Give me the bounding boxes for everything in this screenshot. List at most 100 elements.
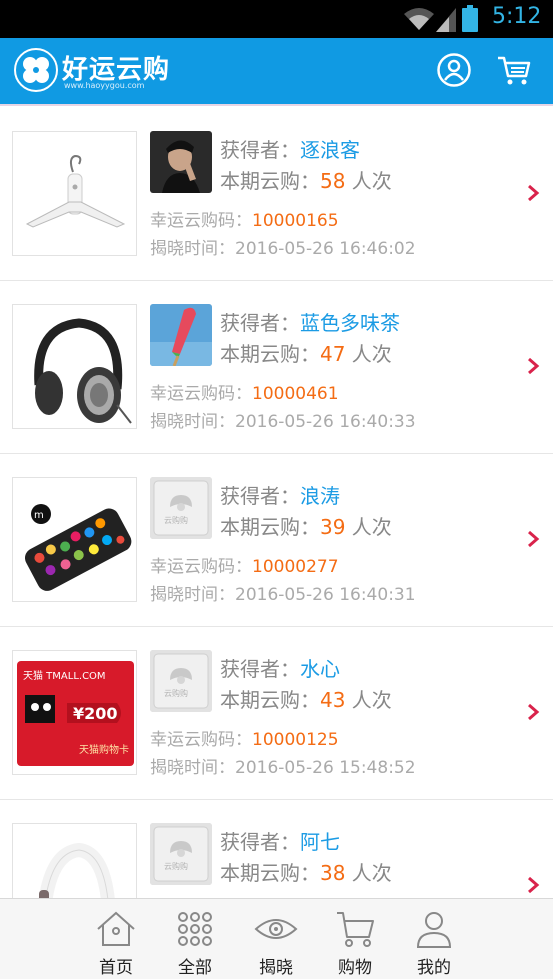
list-item[interactable]: m 云购购 获得者：浪涛 本期云购：39 人次 幸运云购码：10000277 揭… (0, 454, 553, 627)
list-item[interactable]: 获得者：逐浪客 本期云购：58 人次 幸运云购码：10000165 揭晓时间：2… (0, 108, 553, 281)
purchase-count-line: 本期云购：38 人次 (220, 857, 392, 886)
reveal-time-line: 揭晓时间：2016-05-26 16:46:02 (150, 234, 416, 259)
lucky-code: 10000165 (252, 211, 339, 231)
battery-icon (462, 5, 478, 32)
code-label: 幸运云购码： (150, 384, 252, 404)
default-avatar: 云购购 (150, 477, 212, 539)
reveal-time: 2016-05-26 16:46:02 (235, 239, 416, 259)
white-headphones-image (38, 842, 115, 898)
tab-label: 揭晓 (259, 958, 293, 978)
reveal-time: 2016-05-26 16:40:33 (235, 412, 416, 432)
code-label: 幸运云购码： (150, 211, 252, 231)
winner-label: 获得者： (220, 138, 300, 162)
time-label: 揭晓时间： (150, 239, 235, 259)
count-unit: 人次 (345, 515, 392, 539)
clothes-hanger-image (25, 154, 126, 228)
winner-label: 获得者： (220, 311, 300, 335)
gift-card-image: 天猫 TMALL.COM ¥200 天猫购物卡 (17, 661, 134, 766)
purchase-count-line: 本期云购：43 人次 (220, 684, 392, 713)
product-image (12, 304, 137, 429)
reveal-time: 2016-05-26 15:48:52 (235, 758, 416, 778)
clock: 5:12 (492, 4, 542, 29)
product-image: m (12, 477, 137, 602)
count-label: 本期云购： (220, 342, 320, 366)
product-image (12, 131, 137, 256)
lucky-code-line: 幸运云购码：10000277 (150, 552, 339, 577)
code-label: 幸运云购码： (150, 730, 252, 750)
lucky-code-line: 幸运云购码：10000461 (150, 379, 339, 404)
brand-url: www.haoyygou.com (64, 81, 145, 90)
signal-icon (436, 8, 456, 32)
purchase-count-line: 本期云购：39 人次 (220, 511, 392, 540)
tab-label: 我的 (417, 958, 451, 978)
count-label: 本期云购： (220, 688, 320, 712)
bottom-tab-bar: 首页 全部 揭晓 购物 我的 (0, 898, 553, 979)
winner-avatar (150, 131, 212, 193)
power-bank-image: m (24, 504, 132, 591)
winner-name[interactable]: 阿七 (300, 830, 340, 854)
time-label: 揭晓时间： (150, 585, 235, 605)
lucky-code-line: 幸运云购码：10000125 (150, 725, 339, 750)
home-icon (97, 911, 135, 946)
list-item[interactable]: 天猫 TMALL.COM ¥200 天猫购物卡 云购购 获得者：水心 本期云购：… (0, 627, 553, 800)
code-label: 幸运云购码： (150, 557, 252, 577)
lucky-code: 10000461 (252, 384, 339, 404)
grid-icon (178, 912, 212, 946)
count-label: 本期云购： (220, 861, 320, 885)
winner-name[interactable]: 水心 (300, 657, 340, 681)
chevron-right-icon[interactable] (524, 182, 542, 204)
app-header: 好运云购 www.haoyygou.com (0, 38, 553, 106)
svg-text:天猫购物卡: 天猫购物卡 (79, 743, 129, 756)
reveal-time-line: 揭晓时间：2016-05-26 15:48:52 (150, 753, 416, 778)
svg-text:天猫 TMALL.COM: 天猫 TMALL.COM (23, 669, 106, 682)
tab-reveal[interactable]: 揭晓 (236, 899, 316, 979)
purchase-count: 47 (320, 342, 346, 366)
chevron-right-icon[interactable] (524, 528, 542, 550)
chevron-right-icon[interactable] (524, 874, 542, 896)
chevron-right-icon[interactable] (524, 355, 542, 377)
lucky-code: 10000125 (252, 730, 339, 750)
svg-text:云购购: 云购购 (164, 861, 188, 871)
clover-logo-icon (14, 48, 58, 92)
purchase-count: 38 (320, 861, 346, 885)
winner-line: 获得者：水心 (220, 653, 340, 682)
purchase-count-line: 本期云购：58 人次 (220, 165, 392, 194)
tab-all[interactable]: 全部 (155, 899, 235, 979)
lucky-code-line: 幸运云购码：10000165 (150, 206, 339, 231)
svg-text:¥200: ¥200 (73, 704, 118, 723)
winner-line: 获得者：浪涛 (220, 480, 340, 509)
winner-avatar (150, 304, 212, 366)
winner-name[interactable]: 逐浪客 (300, 138, 360, 162)
purchase-count: 43 (320, 688, 346, 712)
svg-text:云购购: 云购购 (164, 688, 188, 698)
list-item[interactable]: 云购购 获得者：阿七 本期云购：38 人次 (0, 800, 553, 898)
tab-label: 购物 (338, 958, 372, 978)
tab-mine[interactable]: 我的 (394, 899, 474, 979)
default-avatar: 云购购 (150, 650, 212, 712)
reveal-time-line: 揭晓时间：2016-05-26 16:40:31 (150, 580, 416, 605)
winner-name[interactable]: 蓝色多味茶 (300, 311, 400, 335)
count-unit: 人次 (345, 342, 392, 366)
list-item[interactable]: 获得者：蓝色多味茶 本期云购：47 人次 幸运云购码：10000461 揭晓时间… (0, 281, 553, 454)
winner-line: 获得者：阿七 (220, 826, 340, 855)
tab-shopping[interactable]: 购物 (315, 899, 395, 979)
reveal-time: 2016-05-26 16:40:31 (235, 585, 416, 605)
user-icon (416, 912, 452, 948)
eye-icon (254, 919, 298, 939)
purchase-count: 58 (320, 169, 346, 193)
product-image: 天猫 TMALL.COM ¥200 天猫购物卡 (12, 650, 137, 775)
count-unit: 人次 (345, 169, 392, 193)
headphones-image (34, 318, 132, 424)
cart-icon[interactable] (496, 52, 532, 88)
tab-home[interactable]: 首页 (76, 899, 156, 979)
user-icon[interactable] (436, 52, 472, 88)
cart-icon (337, 912, 374, 947)
winner-label: 获得者： (220, 830, 300, 854)
status-bar: 5:12 (0, 0, 553, 38)
results-list: 获得者：逐浪客 本期云购：58 人次 幸运云购码：10000165 揭晓时间：2… (0, 108, 553, 898)
count-label: 本期云购： (220, 515, 320, 539)
count-label: 本期云购： (220, 169, 320, 193)
svg-text:云购购: 云购购 (164, 515, 188, 525)
chevron-right-icon[interactable] (524, 701, 542, 723)
winner-name[interactable]: 浪涛 (300, 484, 340, 508)
